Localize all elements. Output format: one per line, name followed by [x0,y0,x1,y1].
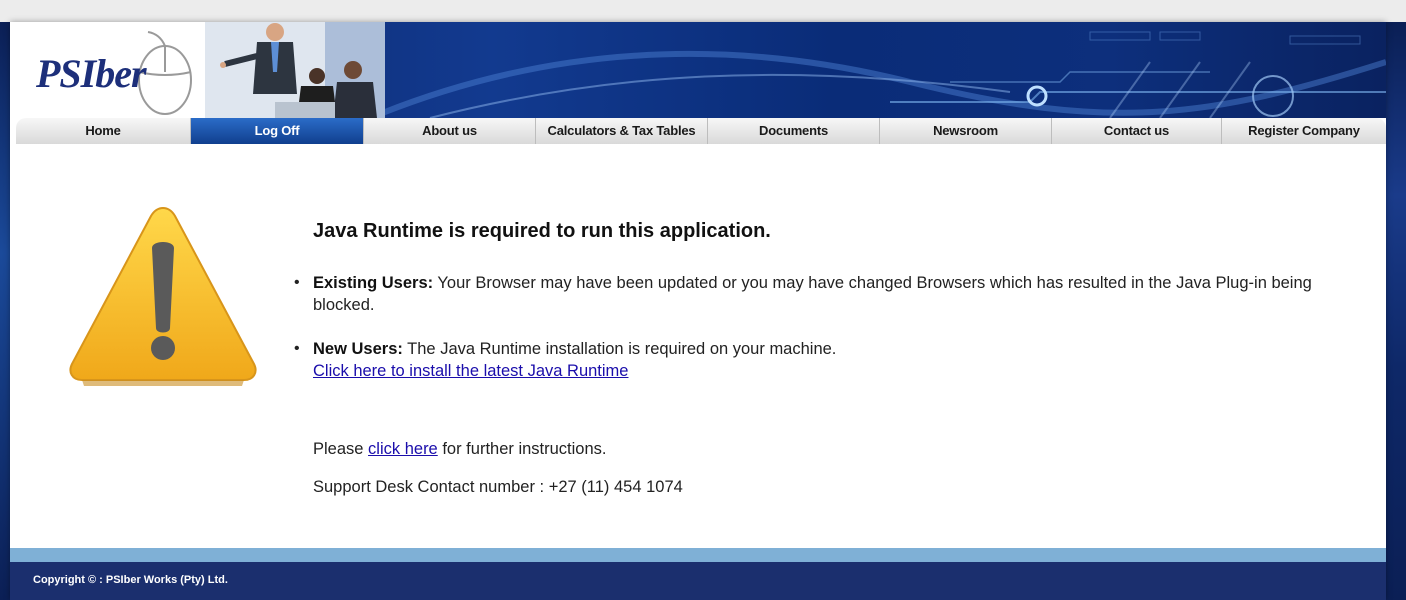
info-list: Existing Users: Your Browser may have be… [286,272,1346,382]
nav-item-newsroom[interactable]: Newsroom [880,118,1052,144]
install-java-link[interactable]: Click here to install the latest Java Ru… [313,362,628,380]
instructions-suffix: for further instructions. [442,440,607,458]
brand-logo[interactable]: PSIber [36,50,147,97]
footer-stripe [10,548,1386,562]
browser-top-strip [0,0,1406,23]
copyright-text: Copyright © : PSIber Works (Pty) Ltd. [33,574,228,586]
instructions-line: Please click here for further instructio… [313,440,607,459]
nav-item-register-company[interactable]: Register Company [1222,118,1386,144]
new-users-text: The Java Runtime installation is require… [407,340,837,358]
page-background-left [0,22,10,600]
existing-users-label: Existing Users: [313,274,434,292]
support-contact: Support Desk Contact number : +27 (11) 4… [313,478,683,496]
header-banner: PSIber [10,22,1386,118]
nav-item-documents[interactable]: Documents [708,118,880,144]
nav-item-calculators-tax-tables[interactable]: Calculators & Tax Tables [536,118,708,144]
further-instructions-link[interactable]: click here [368,440,438,458]
banner-people-image [205,22,385,118]
new-users-label: New Users: [313,340,403,358]
instructions-prefix: Please [313,440,364,458]
nav-item-log-off[interactable]: Log Off [191,118,364,144]
footer: Copyright © : PSIber Works (Pty) Ltd. [10,562,1386,600]
page-frame: PSIber Home Log Off About us Calculators… [10,22,1386,600]
list-item-new-users: New Users: The Java Runtime installation… [286,338,1346,382]
nav-item-home[interactable]: Home [16,118,191,144]
page-background-right [1386,22,1406,600]
existing-users-text: Your Browser may have been updated or yo… [313,274,1312,314]
main-navigation: Home Log Off About us Calculators & Tax … [16,118,1386,144]
logo-area: PSIber [10,22,205,118]
nav-item-contact-us[interactable]: Contact us [1052,118,1222,144]
list-item-existing-users: Existing Users: Your Browser may have be… [286,272,1346,316]
nav-item-about-us[interactable]: About us [364,118,536,144]
warning-triangle-icon [69,206,257,386]
page-title: Java Runtime is required to run this app… [313,220,771,242]
